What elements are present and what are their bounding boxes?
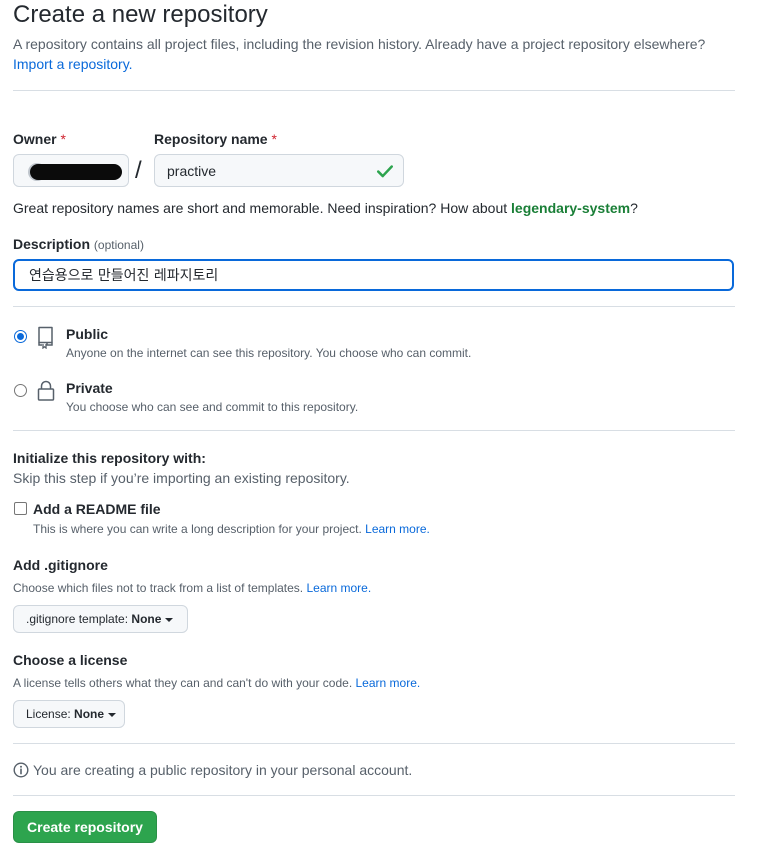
info-icon [13,762,29,778]
gitignore-template-select[interactable]: .gitignore template: None [13,605,188,633]
gitignore-select-value: None [131,612,162,626]
suggested-name-link[interactable]: legendary-system [511,200,630,216]
license-description-text: A license tells others what they can and… [13,676,356,690]
required-mark: * [60,131,66,147]
divider [13,90,735,91]
gitignore-learn-more-link[interactable]: Learn more. [306,581,371,595]
readme-description-text: This is where you can write a long descr… [33,522,366,536]
page-title: Create a new repository [13,1,268,28]
lock-icon [37,380,55,401]
gitignore-description: Choose which files not to track from a l… [13,580,371,596]
divider [13,743,735,744]
repo-icon [38,326,53,349]
gitignore-select-prefix: .gitignore template: [26,612,132,626]
inspiration-suffix: ? [630,200,638,216]
divider [13,795,735,796]
initialize-description: Skip this step if you’re importing an ex… [13,470,350,486]
owner-select[interactable] [13,154,129,187]
import-repository-link[interactable]: Import a repository. [13,54,133,74]
readme-learn-more-link[interactable]: Learn more. [365,522,430,536]
check-icon [377,165,393,178]
public-option-description: Anyone on the internet can see this repo… [66,346,472,360]
description-input[interactable] [13,259,734,291]
page-subtitle: A repository contains all project files,… [13,36,706,52]
private-radio[interactable] [14,384,27,397]
caret-down-icon [108,712,117,717]
required-mark: * [271,131,277,147]
private-option-description: You choose who can see and commit to thi… [66,400,359,414]
caret-down-icon [165,617,174,622]
license-description: A license tells others what they can and… [13,675,420,691]
divider [13,306,735,307]
initialize-title: Initialize this repository with: [13,450,206,466]
visibility-notice: You are creating a public repository in … [33,762,413,778]
repository-name-label-text: Repository name [154,131,268,147]
readme-description: This is where you can write a long descr… [33,521,430,537]
description-label-text: Description [13,236,91,252]
repository-name-label: Repository name * [154,129,277,149]
license-select-value: None [74,707,105,721]
inspiration-text: Great repository names are short and mem… [13,200,512,216]
name-inspiration: Great repository names are short and mem… [13,198,638,218]
owner-redaction [30,164,122,180]
optional-hint: (optional) [93,238,144,252]
owner-label: Owner * [13,129,66,149]
public-option-title: Public [66,326,109,342]
license-title: Choose a license [13,652,128,668]
readme-label[interactable]: Add a README file [33,500,161,518]
create-repository-button[interactable]: Create repository [13,811,157,843]
divider [13,430,735,431]
gitignore-description-text: Choose which files not to track from a l… [13,581,307,595]
gitignore-title: Add .gitignore [13,557,108,573]
private-option-title: Private [66,380,113,396]
owner-label-text: Owner [13,131,57,147]
readme-checkbox[interactable] [14,502,27,515]
description-label: Description (optional) [13,234,144,255]
license-select-prefix: License: [26,707,75,721]
license-learn-more-link[interactable]: Learn more. [356,676,421,690]
owner-repo-separator: / [135,157,142,184]
repository-name-input[interactable] [154,154,404,187]
public-radio[interactable] [14,330,27,343]
license-select[interactable]: License: None [13,700,125,728]
